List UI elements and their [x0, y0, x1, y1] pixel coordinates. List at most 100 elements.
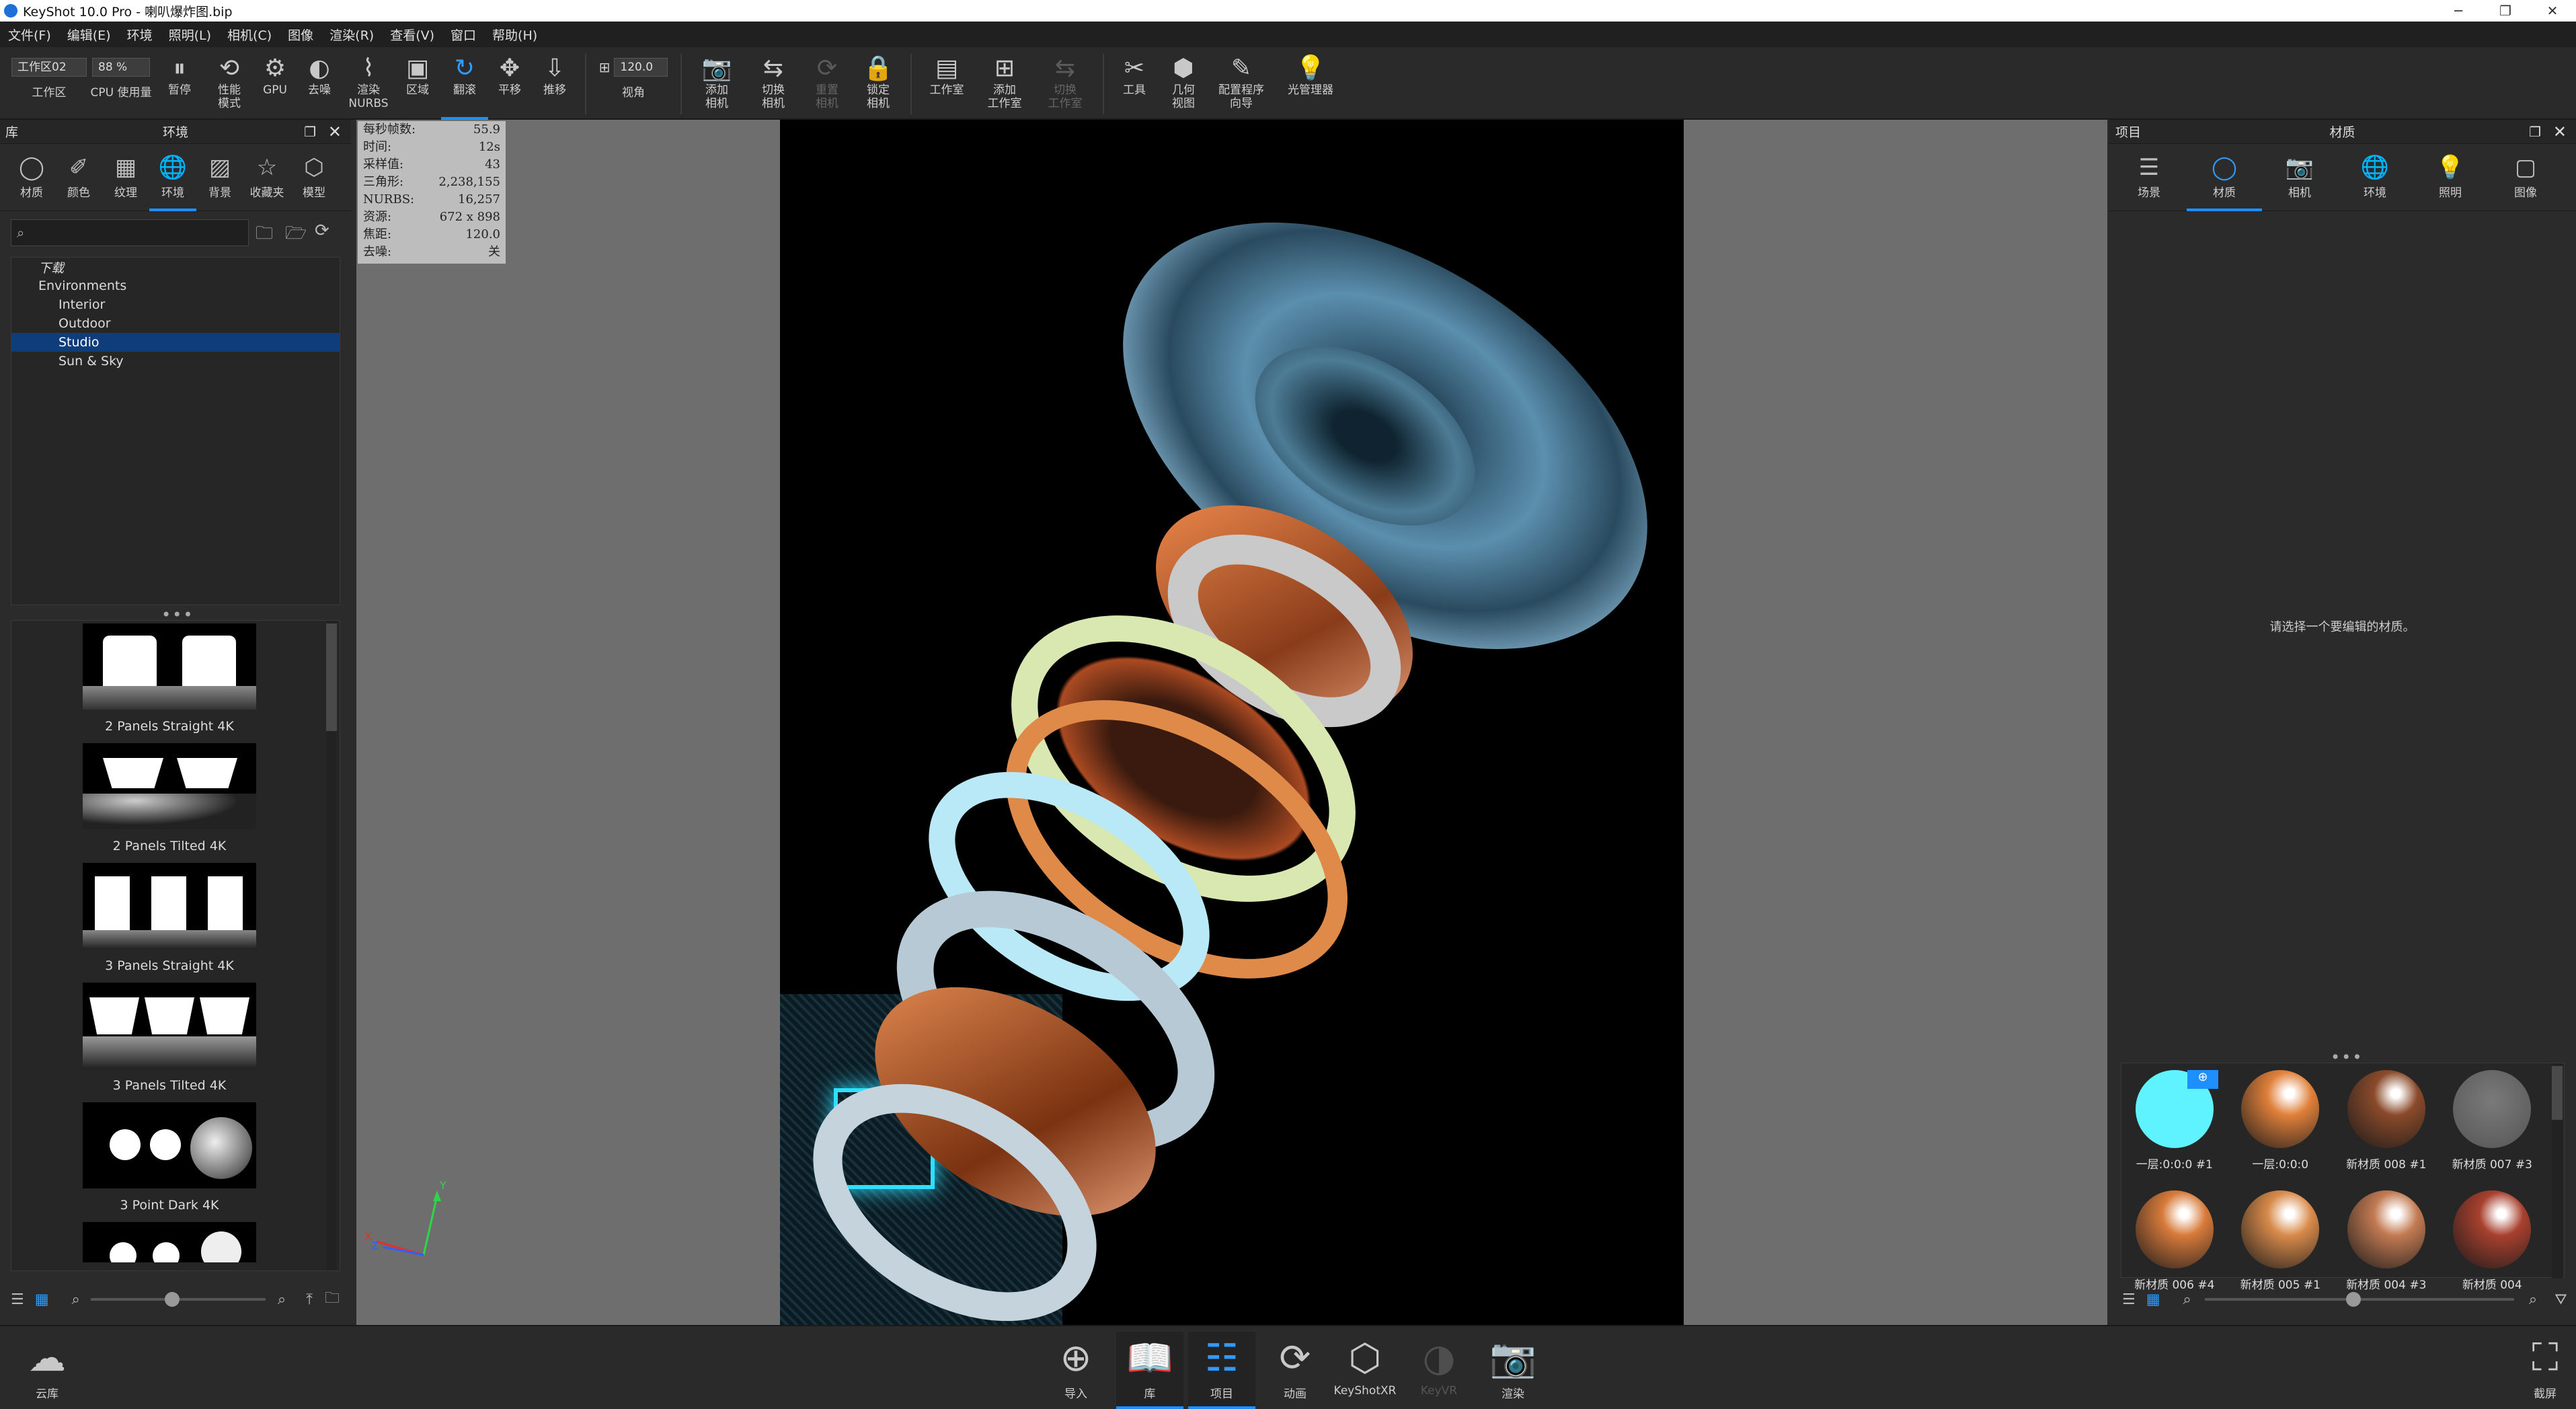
- material-thumbnail[interactable]: 一层:0:0:0: [2230, 1070, 2331, 1172]
- workspace-select[interactable]: 工作区02: [11, 58, 87, 77]
- library-button[interactable]: 📖 库: [1116, 1332, 1183, 1409]
- tab-image[interactable]: ▢ 图像: [2488, 144, 2563, 211]
- restore-button[interactable]: ❐: [2482, 0, 2529, 22]
- tab-texture[interactable]: ▦ 纹理: [102, 144, 149, 211]
- menu-view[interactable]: 查看(V): [382, 26, 442, 44]
- library-search-input[interactable]: ⌕: [11, 219, 249, 246]
- dolly-button[interactable]: ⇩ 推移: [531, 47, 578, 120]
- tree-item[interactable]: Outdoor: [11, 314, 340, 333]
- folder-icon[interactable]: 🗀: [325, 1287, 340, 1312]
- tab-color[interactable]: ✐ 颜色: [55, 144, 102, 211]
- material-thumbnail[interactable]: 新材质 004: [2442, 1190, 2542, 1292]
- environment-thumbnail[interactable]: [83, 1222, 256, 1262]
- material-scrollbar[interactable]: [2552, 1063, 2563, 1279]
- add-folder-icon[interactable]: 🗁: [285, 221, 307, 250]
- tab-camera[interactable]: 📷 相机: [2262, 144, 2337, 211]
- zoom-in-icon[interactable]: ⌕: [2529, 1291, 2537, 1308]
- lockcam-button[interactable]: 🔒 锁定 相机: [853, 47, 904, 120]
- gpu-button[interactable]: ⚙ GPU: [254, 47, 296, 120]
- switchstudio-button[interactable]: ⇆ 切换 工作室: [1034, 47, 1096, 120]
- refresh-icon[interactable]: ⟳: [315, 221, 329, 241]
- import-button[interactable]: ⊕ 导入: [1042, 1332, 1109, 1409]
- undock-icon[interactable]: ❐: [304, 124, 316, 140]
- thumbnail-scrollbar[interactable]: [326, 621, 337, 1270]
- studio-button[interactable]: ▤ 工作室: [919, 47, 975, 120]
- environment-thumbnail[interactable]: 3 Point Dark 4K: [83, 1102, 256, 1217]
- environment-thumbnail[interactable]: 3 Panels Straight 4K: [83, 863, 256, 977]
- environment-thumbnail[interactable]: 2 Panels Straight 4K: [83, 623, 256, 738]
- render-viewport[interactable]: 每秒帧数: 55.9 时间: 12s 采样值: 43 三角形: 2,238,155 NURBS:…: [356, 120, 2107, 1325]
- screenshot-button[interactable]: ⛶ 截屏: [2511, 1332, 2576, 1409]
- scrollbar-thumb[interactable]: [2552, 1066, 2563, 1120]
- tools-button[interactable]: ✂ 工具: [1111, 47, 1158, 120]
- pause-button[interactable]: ⏸ 暂停: [155, 47, 204, 120]
- tab-model[interactable]: ⬡ 模型: [290, 144, 338, 211]
- project-button[interactable]: ☷ 项目: [1188, 1332, 1255, 1409]
- slider-handle[interactable]: [2345, 1292, 2361, 1307]
- menu-camera[interactable]: 相机(C): [219, 26, 280, 44]
- tab-material[interactable]: ◯ 材质: [2187, 144, 2262, 211]
- close-window-button[interactable]: ✕: [2529, 0, 2576, 22]
- fov-input[interactable]: 120.0: [614, 58, 668, 77]
- menu-lighting[interactable]: 照明(L): [161, 26, 219, 44]
- pan-button[interactable]: ✥ 平移: [488, 47, 531, 120]
- render-button[interactable]: 📷 渲染: [1479, 1332, 1547, 1409]
- denoise-button[interactable]: ◐ 去噪: [296, 47, 343, 120]
- tab-lighting[interactable]: 💡 照明: [2413, 144, 2488, 211]
- tree-item[interactable]: 下载: [11, 258, 340, 276]
- thumbnail-size-slider[interactable]: [2204, 1292, 2514, 1307]
- keyvr-button[interactable]: ◑ KeyVR: [1405, 1332, 1473, 1409]
- environment-thumbnail[interactable]: 2 Panels Tilted 4K: [83, 743, 256, 858]
- menu-window[interactable]: 窗口: [442, 26, 484, 44]
- grid-view-icon[interactable]: ▦: [35, 1291, 49, 1308]
- keyshotxr-button[interactable]: ⬡ KeyShotXR: [1331, 1332, 1399, 1409]
- tab-favorites[interactable]: ☆ 收藏夹: [243, 144, 290, 211]
- tab-background[interactable]: ▨ 背景: [196, 144, 243, 211]
- addcam-button[interactable]: 📷 添加 相机: [689, 47, 745, 120]
- material-thumbnail[interactable]: 新材质 008 #1: [2336, 1070, 2437, 1172]
- nurbs-button[interactable]: ⌇ 渲染 NURBS: [343, 47, 394, 120]
- tab-scene[interactable]: ☰ 场景: [2111, 144, 2187, 211]
- tab-material[interactable]: ◯ 材质: [8, 144, 55, 211]
- zoom-out-icon[interactable]: ⌕: [72, 1291, 80, 1308]
- cloud-library-button[interactable]: ☁ 云库: [13, 1332, 81, 1409]
- region-button[interactable]: ▣ 区域: [394, 47, 441, 120]
- tree-item[interactable]: Interior: [11, 295, 340, 314]
- close-panel-icon[interactable]: ✕: [2553, 122, 2567, 141]
- menu-edit[interactable]: 编辑(E): [59, 26, 119, 44]
- zoom-in-icon[interactable]: ⌕: [278, 1291, 286, 1308]
- material-thumbnail[interactable]: 新材质 007 #3: [2442, 1070, 2542, 1172]
- menu-environment[interactable]: 环境: [119, 26, 161, 44]
- tumble-button[interactable]: ↻ 翻滚: [441, 47, 488, 120]
- tab-environment[interactable]: 🌐 环境: [2337, 144, 2413, 211]
- scrollbar-thumb[interactable]: [326, 623, 337, 731]
- list-view-icon[interactable]: ☰: [2122, 1291, 2136, 1308]
- wizard-button[interactable]: ✎ 配置程序 向导: [1209, 47, 1274, 120]
- import-folder-icon[interactable]: 🗀: [256, 221, 273, 250]
- list-view-icon[interactable]: ☰: [11, 1291, 24, 1308]
- grid-view-icon[interactable]: ▦: [2146, 1291, 2160, 1308]
- render-image[interactable]: [780, 120, 1684, 1325]
- animation-button[interactable]: ⟳ 动画: [1261, 1332, 1329, 1409]
- tree-item[interactable]: Studio: [11, 333, 340, 352]
- thumbnail-size-slider[interactable]: [90, 1292, 266, 1307]
- cpu-usage-select[interactable]: 88 %: [92, 58, 150, 77]
- tab-environment[interactable]: 🌐 环境: [149, 144, 196, 211]
- addstudio-button[interactable]: ⊞ 添加 工作室: [975, 47, 1034, 120]
- environment-thumbnail[interactable]: 3 Panels Tilted 4K: [83, 983, 256, 1097]
- upload-cloud-icon[interactable]: ⤒: [306, 1291, 313, 1308]
- filter-icon[interactable]: ⛛: [2554, 1291, 2567, 1308]
- slider-handle[interactable]: [164, 1292, 180, 1307]
- minimize-button[interactable]: ─: [2435, 0, 2482, 22]
- lightmgr-button[interactable]: 💡 光管理器: [1274, 47, 1348, 120]
- undock-icon[interactable]: ❐: [2529, 124, 2541, 140]
- menu-help[interactable]: 帮助(H): [484, 26, 545, 44]
- menu-render[interactable]: 渲染(R): [321, 26, 382, 44]
- menu-file[interactable]: 文件(F): [0, 26, 59, 44]
- menu-image[interactable]: 图像: [280, 26, 321, 44]
- resetcam-button[interactable]: ⟳ 重置 相机: [802, 47, 853, 120]
- zoom-out-icon[interactable]: ⌕: [2183, 1291, 2191, 1308]
- tree-item[interactable]: Sun & Sky: [11, 352, 340, 371]
- tree-item[interactable]: Environments: [11, 276, 340, 295]
- geoview-button[interactable]: ⬢ 几何 视图: [1158, 47, 1209, 120]
